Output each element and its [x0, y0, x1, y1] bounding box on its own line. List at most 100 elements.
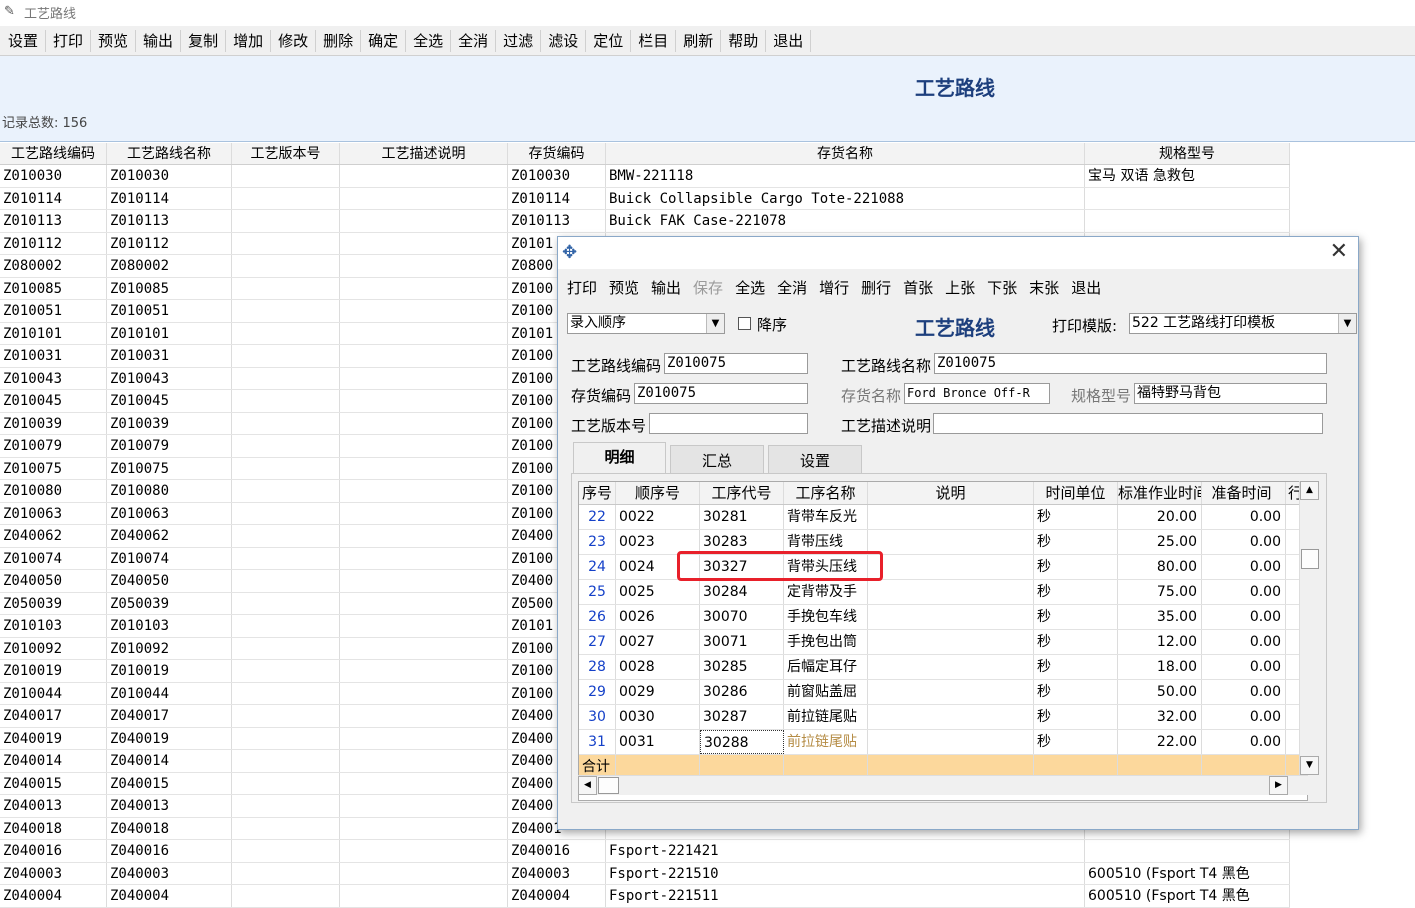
- table-cell[interactable]: 50.00: [1118, 680, 1202, 704]
- dialog-toolbar-button[interactable]: 末张: [1023, 274, 1066, 300]
- table-cell[interactable]: 0027: [616, 630, 700, 654]
- table-cell[interactable]: 12.00: [1118, 630, 1202, 654]
- table-cell[interactable]: 30286: [700, 680, 784, 704]
- detail-row[interactable]: 30 0030 30287 前拉链尾贴 秒 32.00 0.00: [579, 705, 1307, 730]
- dialog-toolbar-button[interactable]: 增行: [813, 274, 856, 300]
- detail-row[interactable]: 27 0027 30071 手挽包出筒 秒 12.00 0.00: [579, 630, 1307, 655]
- table-cell[interactable]: 30071: [700, 630, 784, 654]
- dialog-toolbar-button[interactable]: 上张: [939, 274, 982, 300]
- toolbar-button[interactable]: 复制: [182, 27, 225, 54]
- table-cell[interactable]: 后幅定耳仔: [784, 655, 868, 679]
- table-cell[interactable]: [868, 580, 1034, 604]
- toolbar-button[interactable]: 刷新: [677, 27, 720, 54]
- table-cell[interactable]: 0.00: [1202, 530, 1286, 554]
- sort-order-select[interactable]: 录入顺序 ▼: [567, 313, 725, 334]
- dialog-toolbar-button[interactable]: 删行: [855, 274, 898, 300]
- scroll-thumb[interactable]: [1301, 549, 1319, 569]
- table-cell[interactable]: 秒: [1034, 555, 1118, 579]
- detail-row[interactable]: 26 0026 30070 手挽包车线 秒 35.00 0.00: [579, 605, 1307, 630]
- table-cell[interactable]: 0.00: [1202, 605, 1286, 629]
- dialog-toolbar-button[interactable]: 全消: [771, 274, 814, 300]
- detail-row[interactable]: 28 0028 30285 后幅定耳仔 秒 18.00 0.00: [579, 655, 1307, 680]
- print-template-select[interactable]: 522 工艺路线打印模板 ▼: [1129, 313, 1357, 334]
- table-row[interactable]: Z040004 Z040004 Z040004 Fsport-221511 600510…: [0, 885, 1290, 908]
- toolbar-button[interactable]: 确定: [362, 27, 405, 54]
- column-header[interactable]: 工艺描述说明: [340, 143, 508, 164]
- table-cell[interactable]: 0031: [616, 730, 700, 754]
- table-cell[interactable]: 30070: [700, 605, 784, 629]
- dialog-toolbar-button[interactable]: 预览: [603, 274, 646, 300]
- column-header[interactable]: 存货编码: [508, 143, 606, 164]
- dialog-toolbar-button[interactable]: 下张: [981, 274, 1024, 300]
- table-cell[interactable]: 手挽包出筒: [784, 630, 868, 654]
- table-row[interactable]: Z010114 Z010114 Z010114 Buick Collapsible C…: [0, 187, 1290, 210]
- detail-row[interactable]: 31 0031 30288 前拉链尾贴 秒 22.00 0.00: [579, 730, 1307, 755]
- dialog-toolbar-button[interactable]: 全选: [729, 274, 772, 300]
- table-cell[interactable]: 30285: [700, 655, 784, 679]
- table-cell[interactable]: 秒: [1034, 580, 1118, 604]
- table-cell[interactable]: 背带车反光: [784, 505, 868, 529]
- table-row[interactable]: Z010030 Z010030 Z010030 BMW-221118 宝马 双语 急救包: [0, 165, 1290, 188]
- toolbar-button[interactable]: 过滤: [497, 27, 540, 54]
- table-cell[interactable]: [868, 655, 1034, 679]
- table-cell[interactable]: 0029: [616, 680, 700, 704]
- table-cell[interactable]: 秒: [1034, 605, 1118, 629]
- column-header[interactable]: 准备时间: [1202, 482, 1286, 504]
- table-cell[interactable]: 0025: [616, 580, 700, 604]
- column-header[interactable]: 标准作业时间: [1118, 482, 1202, 504]
- table-cell[interactable]: 0030: [616, 705, 700, 729]
- table-cell[interactable]: 18.00: [1118, 655, 1202, 679]
- table-cell[interactable]: 30284: [700, 580, 784, 604]
- table-cell[interactable]: 秒: [1034, 655, 1118, 679]
- toolbar-button[interactable]: 定位: [587, 27, 630, 54]
- table-cell[interactable]: 0028: [616, 655, 700, 679]
- column-header[interactable]: 工序名称: [784, 482, 868, 504]
- table-cell[interactable]: 手挽包车线: [784, 605, 868, 629]
- table-cell[interactable]: 80.00: [1118, 555, 1202, 579]
- table-cell[interactable]: 0.00: [1202, 655, 1286, 679]
- table-cell[interactable]: 0026: [616, 605, 700, 629]
- inventory-code-field[interactable]: Z010075: [634, 383, 808, 404]
- toolbar-button[interactable]: 全消: [452, 27, 495, 54]
- column-header[interactable]: 说明: [868, 482, 1034, 504]
- column-header[interactable]: 规格型号: [1085, 143, 1290, 164]
- table-cell[interactable]: 30281: [700, 505, 784, 529]
- column-header[interactable]: 工序代号: [700, 482, 784, 504]
- column-header[interactable]: 顺序号: [616, 482, 700, 504]
- table-cell[interactable]: 0.00: [1202, 730, 1286, 754]
- table-cell[interactable]: 秒: [1034, 680, 1118, 704]
- description-field[interactable]: [933, 413, 1323, 434]
- toolbar-button[interactable]: 删除: [317, 27, 360, 54]
- table-cell[interactable]: 0.00: [1202, 580, 1286, 604]
- toolbar-button[interactable]: 输出: [137, 27, 180, 54]
- detail-row[interactable]: 29 0029 30286 前窗贴盖屈 秒 50.00 0.00: [579, 680, 1307, 705]
- version-field[interactable]: [649, 413, 808, 434]
- table-cell[interactable]: 20.00: [1118, 505, 1202, 529]
- table-cell[interactable]: [868, 705, 1034, 729]
- table-row[interactable]: Z040016 Z040016 Z040016 Fsport-221421: [0, 840, 1290, 863]
- chevron-down-icon[interactable]: ▼: [706, 314, 724, 333]
- table-cell[interactable]: 0.00: [1202, 555, 1286, 579]
- chevron-down-icon[interactable]: ▼: [1338, 314, 1356, 333]
- table-cell[interactable]: 30287: [700, 705, 784, 729]
- route-name-field[interactable]: Z010075: [934, 353, 1327, 374]
- table-cell[interactable]: 秒: [1034, 530, 1118, 554]
- scroll-down-icon[interactable]: ▼: [1300, 756, 1319, 775]
- scroll-up-icon[interactable]: ▲: [1300, 481, 1319, 500]
- dialog-toolbar-button[interactable]: 首张: [897, 274, 940, 300]
- toolbar-button[interactable]: 增加: [227, 27, 270, 54]
- table-cell[interactable]: 0.00: [1202, 705, 1286, 729]
- table-cell[interactable]: 32.00: [1118, 705, 1202, 729]
- dialog-toolbar-button[interactable]: 退出: [1065, 274, 1108, 300]
- table-cell[interactable]: 0022: [616, 505, 700, 529]
- table-cell[interactable]: 0.00: [1202, 505, 1286, 529]
- table-cell[interactable]: 30288: [700, 730, 784, 754]
- toolbar-button[interactable]: 全选: [407, 27, 450, 54]
- route-code-field[interactable]: Z010075: [664, 353, 808, 374]
- dialog-toolbar-button[interactable]: 打印: [561, 274, 604, 300]
- toolbar-button[interactable]: 设置: [2, 27, 45, 54]
- detail-row[interactable]: 25 0025 30284 定背带及手 秒 75.00 0.00: [579, 580, 1307, 605]
- table-cell[interactable]: [868, 630, 1034, 654]
- scroll-thumb[interactable]: [598, 777, 619, 794]
- toolbar-button[interactable]: 帮助: [722, 27, 765, 54]
